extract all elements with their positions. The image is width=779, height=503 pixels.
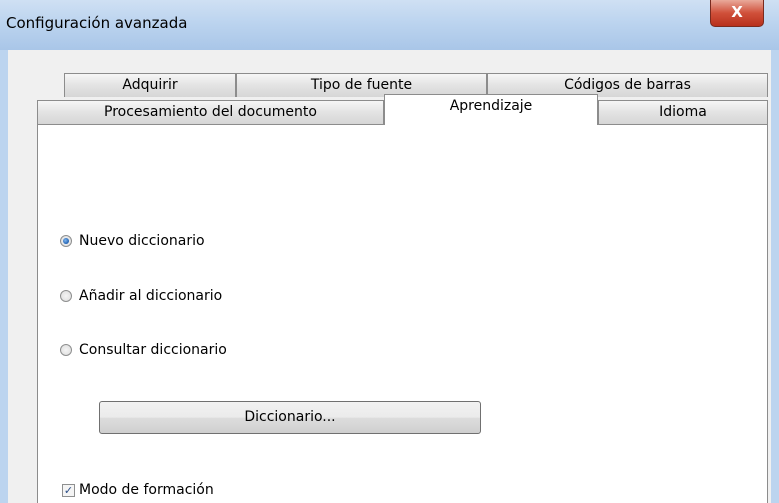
radio-selected-icon[interactable]	[60, 235, 72, 247]
tab-adquirir[interactable]: Adquirir	[64, 73, 236, 97]
tab-aprendizaje[interactable]: Aprendizaje	[384, 94, 598, 125]
tab-procesamiento-del-documento[interactable]: Procesamiento del documento	[37, 100, 384, 124]
close-button[interactable]: X	[710, 0, 764, 27]
close-icon: X	[731, 3, 743, 21]
radio-label: Nuevo diccionario	[79, 233, 205, 249]
window-title: Configuración avanzada	[6, 14, 188, 32]
window-frame-right	[771, 50, 779, 503]
radio-anadir-al-diccionario[interactable]: Añadir al diccionario	[60, 286, 222, 306]
dictionary-button[interactable]: Diccionario...	[99, 401, 481, 434]
radio-label: Añadir al diccionario	[79, 288, 223, 304]
tab-label: Tipo de fuente	[310, 77, 413, 93]
tab-label: Códigos de barras	[564, 77, 691, 93]
tab-label: Procesamiento del documento	[104, 104, 317, 120]
title-bar[interactable]: Configuración avanzada X	[0, 0, 779, 50]
tab-label: Idioma	[659, 104, 707, 120]
tab-panel-aprendizaje	[37, 124, 768, 503]
checkbox-modo-de-formacion[interactable]: ✓ Modo de formación	[62, 480, 214, 500]
radio-nuevo-diccionario[interactable]: Nuevo diccionario	[60, 231, 205, 251]
checkbox-checked-icon[interactable]: ✓	[62, 483, 75, 497]
radio-unselected-icon[interactable]	[60, 290, 72, 302]
radio-consultar-diccionario[interactable]: Consultar diccionario	[60, 340, 227, 360]
checkbox-label: Modo de formación	[79, 482, 214, 498]
checkmark-icon: ✓	[63, 483, 74, 497]
window-frame-left	[0, 50, 8, 503]
dictionary-button-label: Diccionario...	[244, 409, 336, 425]
tab-label: Aprendizaje	[449, 98, 533, 114]
tab-label: Adquirir	[122, 77, 178, 93]
radio-unselected-icon[interactable]	[60, 344, 72, 356]
radio-label: Consultar diccionario	[79, 342, 227, 358]
tab-idioma[interactable]: Idioma	[598, 100, 768, 124]
